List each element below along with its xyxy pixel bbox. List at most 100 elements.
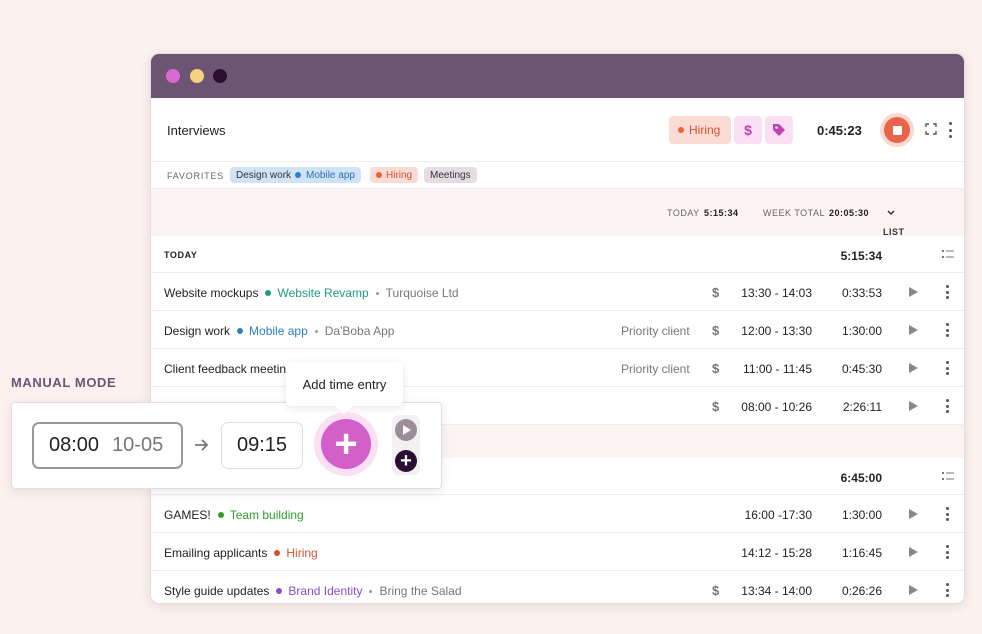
play-icon[interactable] [909, 585, 918, 595]
favorites-label: FAVORITES [167, 171, 225, 181]
entry-description[interactable]: Website mockups Website Revamp Turquoise L… [164, 286, 459, 300]
entry-duration[interactable]: 0:33:53 [842, 286, 882, 300]
entry-more-icon[interactable] [945, 583, 949, 597]
entry-time-range[interactable]: 16:00 -17:30 [745, 508, 812, 522]
time-entry-row[interactable]: Client feedback meeting/Boba AppPriority… [151, 349, 964, 387]
group-header: TODAY 5:15:34 [151, 236, 964, 273]
window-close-dot[interactable] [166, 69, 180, 83]
entry-time-range[interactable]: 13:30 - 14:03 [741, 286, 812, 300]
entry-duration[interactable]: 0:26:26 [842, 584, 882, 598]
current-entry-description[interactable]: Interviews [167, 123, 226, 138]
billable-dollar-icon[interactable]: $ [712, 323, 719, 338]
entry-more-icon[interactable] [945, 323, 949, 337]
end-time-field[interactable]: 09:15 [221, 422, 303, 469]
title-bar [151, 54, 964, 98]
time-entry-row[interactable]: Website mockups Website Revamp Turquoise L… [151, 273, 964, 311]
entry-desc-text: Style guide updates [164, 584, 270, 598]
time-entry-row[interactable]: GAMES! Team building 16:00 -17:30 1:30:00 [151, 495, 964, 533]
play-icon[interactable] [909, 363, 918, 373]
manual-entry-card: 08:00 10-05 09:15 + + [11, 402, 442, 489]
group-list-icon[interactable] [942, 472, 954, 481]
tag-icon [773, 124, 785, 136]
manual-mode-label: MANUAL MODE [11, 375, 117, 390]
start-time-field[interactable]: 08:00 10-05 [32, 422, 183, 469]
entry-description[interactable]: GAMES! Team building [164, 508, 304, 522]
mode-switcher: + [392, 415, 420, 475]
entry-time-range[interactable]: 13:34 - 14:00 [741, 584, 812, 598]
entry-desc-text: Design work [164, 324, 231, 338]
favorite-hiring[interactable]: Hiring [370, 167, 419, 183]
time-entry-row[interactable]: Style guide updates Brand Identity Bring t… [151, 571, 964, 603]
manual-mode-plus-icon[interactable]: + [395, 450, 417, 472]
entry-duration[interactable]: 1:16:45 [842, 546, 882, 560]
tag-button[interactable] [765, 116, 793, 144]
billable-dollar-icon[interactable]: $ [712, 399, 719, 414]
entry-time-range[interactable]: 14:12 - 15:28 [741, 546, 812, 560]
entry-project: Website Revamp [265, 286, 368, 300]
dollar-icon: $ [744, 122, 752, 138]
entry-project: Mobile app [237, 324, 308, 338]
entry-more-icon[interactable] [945, 507, 949, 521]
billable-dollar-icon[interactable]: $ [712, 583, 719, 598]
today-total-value: 5:15:34 [704, 208, 739, 218]
project-color-dot [678, 127, 684, 133]
arrow-right-icon [195, 439, 209, 451]
play-icon[interactable] [909, 547, 918, 557]
start-time: 08:00 [49, 434, 100, 456]
group-list-icon[interactable] [942, 250, 954, 259]
entry-project: Hiring [274, 546, 317, 560]
entry-time-range[interactable]: 08:00 - 10:26 [741, 400, 812, 414]
entry-duration[interactable]: 1:30:00 [842, 508, 882, 522]
entry-more-icon[interactable] [945, 399, 949, 413]
window-maximize-dot[interactable] [213, 69, 227, 83]
week-total-value: 20:05:30 [829, 208, 870, 218]
entry-more-icon[interactable] [945, 285, 949, 299]
favorite-design-work[interactable]: Design work Mobile app [230, 167, 361, 183]
billable-dollar-icon[interactable]: $ [712, 285, 719, 300]
entry-project: Team building [218, 508, 304, 522]
project-chip-hiring[interactable]: Hiring [669, 116, 731, 144]
entry-description[interactable]: Design work Mobile app Da'Boba App [164, 324, 394, 338]
entry-project: Brand Identity [276, 584, 362, 598]
add-entry-tooltip: Add time entry [286, 362, 403, 406]
billable-toggle-button[interactable]: $ [734, 116, 762, 144]
add-entry-button[interactable]: + [314, 412, 378, 476]
entry-more-icon[interactable] [945, 361, 949, 375]
entry-client: Da'Boba App [315, 324, 395, 338]
entry-tag[interactable]: Priority client [621, 324, 690, 338]
week-total-label: WEEK TOTAL [763, 208, 826, 218]
time-entry-row[interactable]: Emailing applicants Hiring 14:12 - 15:28 1:… [151, 533, 964, 571]
app-window: Interviews Hiring $ 0:45:23 FAVORITES De… [150, 53, 965, 604]
entry-more-icon[interactable] [945, 545, 949, 559]
group-label: TODAY [164, 250, 198, 260]
group-total: 5:15:34 [840, 249, 882, 263]
chevron-down-icon [887, 210, 895, 216]
play-icon[interactable] [909, 401, 918, 411]
play-icon[interactable] [909, 325, 918, 335]
more-menu-icon[interactable] [948, 122, 952, 138]
stop-timer-button[interactable] [880, 113, 914, 147]
plus-icon: + [321, 419, 371, 469]
entry-description[interactable]: Style guide updates Brand Identity Bring t… [164, 584, 462, 598]
window-minimize-dot[interactable] [190, 69, 204, 83]
entry-description[interactable]: Emailing applicants Hiring [164, 546, 318, 560]
list-view-dropdown[interactable]: LIST VIEW [883, 208, 908, 247]
favorite-meetings[interactable]: Meetings [424, 167, 477, 183]
entry-duration[interactable]: 0:45:30 [842, 362, 882, 376]
summary-bar: TODAY 5:15:34 WEEK TOTAL 20:05:30 LIST V… [151, 189, 964, 247]
favorites-bar: FAVORITES Design work Mobile app Hiring … [151, 162, 964, 189]
play-icon[interactable] [909, 509, 918, 519]
play-icon[interactable] [909, 287, 918, 297]
billable-dollar-icon[interactable]: $ [712, 361, 719, 376]
time-entry-row[interactable]: Design work Mobile app Da'Boba App Priority… [151, 311, 964, 349]
entry-duration[interactable]: 2:26:11 [843, 400, 882, 414]
entry-time-range[interactable]: 11:00 - 11:45 [743, 362, 812, 376]
expand-icon[interactable] [925, 123, 937, 135]
project-chip-label: Hiring [689, 123, 721, 137]
timer-header: Interviews Hiring $ 0:45:23 [151, 98, 964, 162]
entry-tag[interactable]: Priority client [621, 362, 690, 376]
timer-mode-play-icon[interactable] [395, 419, 417, 441]
entry-client: Bring the Salad [369, 584, 461, 598]
entry-time-range[interactable]: 12:00 - 13:30 [741, 324, 812, 338]
entry-duration[interactable]: 1:30:00 [842, 324, 882, 338]
